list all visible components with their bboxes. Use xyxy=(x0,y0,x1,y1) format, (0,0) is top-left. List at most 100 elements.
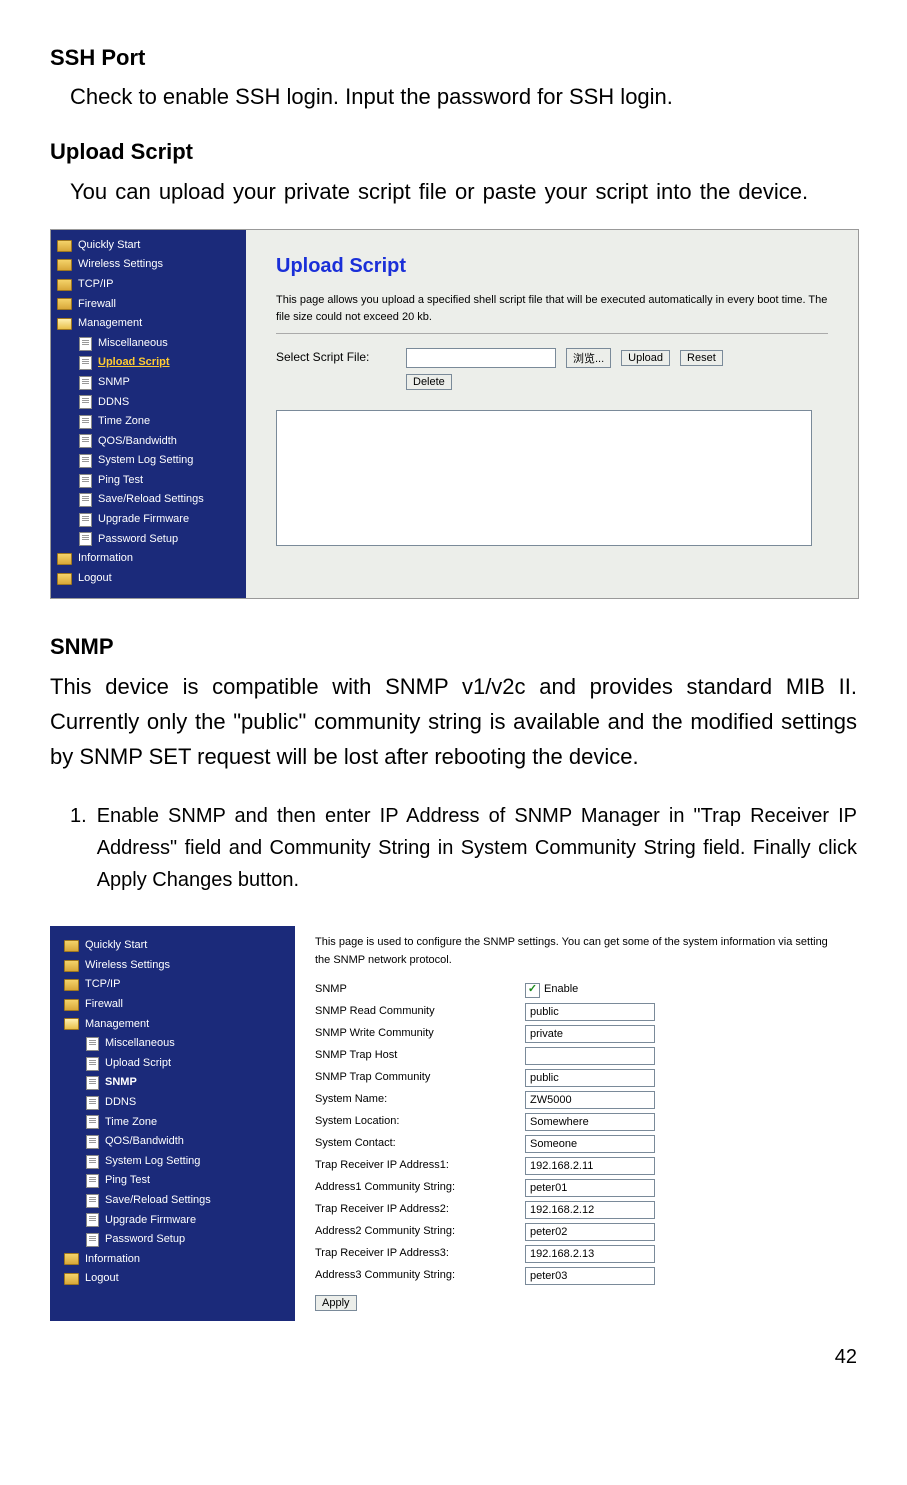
sidebar-item-ddns[interactable]: DDNS xyxy=(57,393,242,413)
sidebar-item-time-zone[interactable]: Time Zone xyxy=(64,1113,289,1133)
sidebar-item-snmp[interactable]: SNMP xyxy=(57,373,242,393)
trap-host-row: SNMP Trap Host xyxy=(315,1045,837,1067)
sidebar-item-logout[interactable]: Logout xyxy=(64,1269,289,1289)
sidebar-item-save-reload[interactable]: Save/Reload Settings xyxy=(64,1191,289,1211)
document-icon xyxy=(79,474,92,488)
sidebar-item-quickly-start[interactable]: Quickly Start xyxy=(64,936,289,956)
sidebar-item-label: QOS/Bandwidth xyxy=(105,1133,184,1151)
system-location-input[interactable] xyxy=(525,1113,655,1131)
sidebar-item-information[interactable]: Information xyxy=(64,1250,289,1270)
sidebar-item-syslog[interactable]: System Log Setting xyxy=(64,1152,289,1172)
page-number: 42 xyxy=(50,1341,857,1373)
folder-icon xyxy=(64,960,79,972)
sidebar-item-label: Upgrade Firmware xyxy=(105,1212,196,1230)
sidebar-item-label: Password Setup xyxy=(98,531,178,549)
sidebar-item-label: TCP/IP xyxy=(78,276,113,294)
sidebar-item-firewall[interactable]: Firewall xyxy=(64,995,289,1015)
sidebar-item-upload-script[interactable]: Upload Script xyxy=(57,353,242,373)
sidebar-item-tcpip[interactable]: TCP/IP xyxy=(64,975,289,995)
folder-icon xyxy=(64,1273,79,1285)
sidebar-item-label: Logout xyxy=(85,1270,119,1288)
trap-community-input[interactable] xyxy=(525,1069,655,1087)
sidebar-item-upgrade-firmware[interactable]: Upgrade Firmware xyxy=(57,510,242,530)
folder-open-icon xyxy=(64,1018,79,1030)
document-icon xyxy=(79,434,92,448)
trap-receiver2-row: Trap Receiver IP Address2: xyxy=(315,1199,837,1221)
field-label: System Contact: xyxy=(315,1135,525,1153)
sidebar-item-upload-script[interactable]: Upload Script xyxy=(64,1054,289,1074)
document-icon xyxy=(79,395,92,409)
sidebar-item-label: Ping Test xyxy=(98,472,143,490)
snmp-heading: SNMP xyxy=(50,629,857,664)
system-contact-input[interactable] xyxy=(525,1135,655,1153)
sidebar-item-ping-test[interactable]: Ping Test xyxy=(64,1171,289,1191)
delete-button[interactable]: Delete xyxy=(406,374,452,390)
folder-icon xyxy=(64,940,79,952)
upload-script-body: You can upload your private script file … xyxy=(70,174,857,209)
trap-receiver3-input[interactable] xyxy=(525,1245,655,1263)
sidebar-item-qos[interactable]: QOS/Bandwidth xyxy=(64,1132,289,1152)
sidebar-item-label: Management xyxy=(85,1016,149,1034)
sidebar-item-time-zone[interactable]: Time Zone xyxy=(57,412,242,432)
community3-input[interactable] xyxy=(525,1267,655,1285)
sidebar-item-label: DDNS xyxy=(98,394,129,412)
write-community-row: SNMP Write Community xyxy=(315,1023,837,1045)
sidebar-item-tcpip[interactable]: TCP/IP xyxy=(57,275,242,295)
delete-row: Delete xyxy=(276,374,828,390)
sidebar-item-snmp[interactable]: SNMP xyxy=(64,1073,289,1093)
sidebar-item-syslog[interactable]: System Log Setting xyxy=(57,451,242,471)
sidebar-item-qos[interactable]: QOS/Bandwidth xyxy=(57,432,242,452)
snmp-content-pane: This page is used to configure the SNMP … xyxy=(295,926,857,1320)
system-name-input[interactable] xyxy=(525,1091,655,1109)
sidebar-item-ping-test[interactable]: Ping Test xyxy=(57,471,242,491)
sidebar-item-wireless[interactable]: Wireless Settings xyxy=(64,956,289,976)
trap-receiver2-input[interactable] xyxy=(525,1201,655,1219)
folder-icon xyxy=(57,259,72,271)
community1-input[interactable] xyxy=(525,1179,655,1197)
sidebar-item-label: System Log Setting xyxy=(98,452,193,470)
script-textarea[interactable] xyxy=(276,410,812,546)
sidebar-item-password-setup[interactable]: Password Setup xyxy=(64,1230,289,1250)
sidebar-item-password-setup[interactable]: Password Setup xyxy=(57,530,242,550)
sidebar-item-quickly-start[interactable]: Quickly Start xyxy=(57,236,242,256)
sidebar-item-label: Quickly Start xyxy=(78,237,140,255)
field-label: Address1 Community String: xyxy=(315,1179,525,1197)
community2-row: Address2 Community String: xyxy=(315,1221,837,1243)
trap-receiver1-row: Trap Receiver IP Address1: xyxy=(315,1155,837,1177)
sidebar-item-miscellaneous[interactable]: Miscellaneous xyxy=(64,1034,289,1054)
step-1: 1. Enable SNMP and then enter IP Address… xyxy=(70,800,857,896)
enable-checkbox[interactable]: ✓ xyxy=(525,983,540,998)
trap-host-input[interactable] xyxy=(525,1047,655,1065)
browse-button[interactable]: 浏览... xyxy=(566,348,611,368)
sidebar-item-firewall[interactable]: Firewall xyxy=(57,295,242,315)
document-icon xyxy=(86,1096,99,1110)
sidebar-item-logout[interactable]: Logout xyxy=(57,569,242,589)
script-file-input[interactable] xyxy=(406,348,556,368)
read-community-input[interactable] xyxy=(525,1003,655,1021)
document-icon xyxy=(86,1213,99,1227)
read-community-row: SNMP Read Community xyxy=(315,1001,837,1023)
apply-button[interactable]: Apply xyxy=(315,1295,357,1311)
divider xyxy=(276,333,828,334)
upload-script-screenshot: Quickly Start Wireless Settings TCP/IP F… xyxy=(50,229,859,600)
community2-input[interactable] xyxy=(525,1223,655,1241)
sidebar-item-wireless[interactable]: Wireless Settings xyxy=(57,255,242,275)
snmp-enable-row: SNMP ✓ Enable xyxy=(315,979,837,1001)
document-icon xyxy=(79,493,92,507)
sidebar-item-information[interactable]: Information xyxy=(57,549,242,569)
sidebar-item-label: Password Setup xyxy=(105,1231,185,1249)
sidebar-item-ddns[interactable]: DDNS xyxy=(64,1093,289,1113)
document-icon xyxy=(86,1155,99,1169)
sidebar-item-save-reload[interactable]: Save/Reload Settings xyxy=(57,490,242,510)
write-community-input[interactable] xyxy=(525,1025,655,1043)
sidebar-item-management[interactable]: Management xyxy=(64,1015,289,1035)
page-title: Upload Script xyxy=(276,250,828,282)
step-number: 1. xyxy=(70,800,87,896)
sidebar-item-management[interactable]: Management xyxy=(57,314,242,334)
trap-receiver1-input[interactable] xyxy=(525,1157,655,1175)
sidebar-item-miscellaneous[interactable]: Miscellaneous xyxy=(57,334,242,354)
sidebar-item-upgrade-firmware[interactable]: Upgrade Firmware xyxy=(64,1211,289,1231)
reset-button[interactable]: Reset xyxy=(680,350,723,366)
upload-button[interactable]: Upload xyxy=(621,350,670,366)
document-icon xyxy=(79,513,92,527)
